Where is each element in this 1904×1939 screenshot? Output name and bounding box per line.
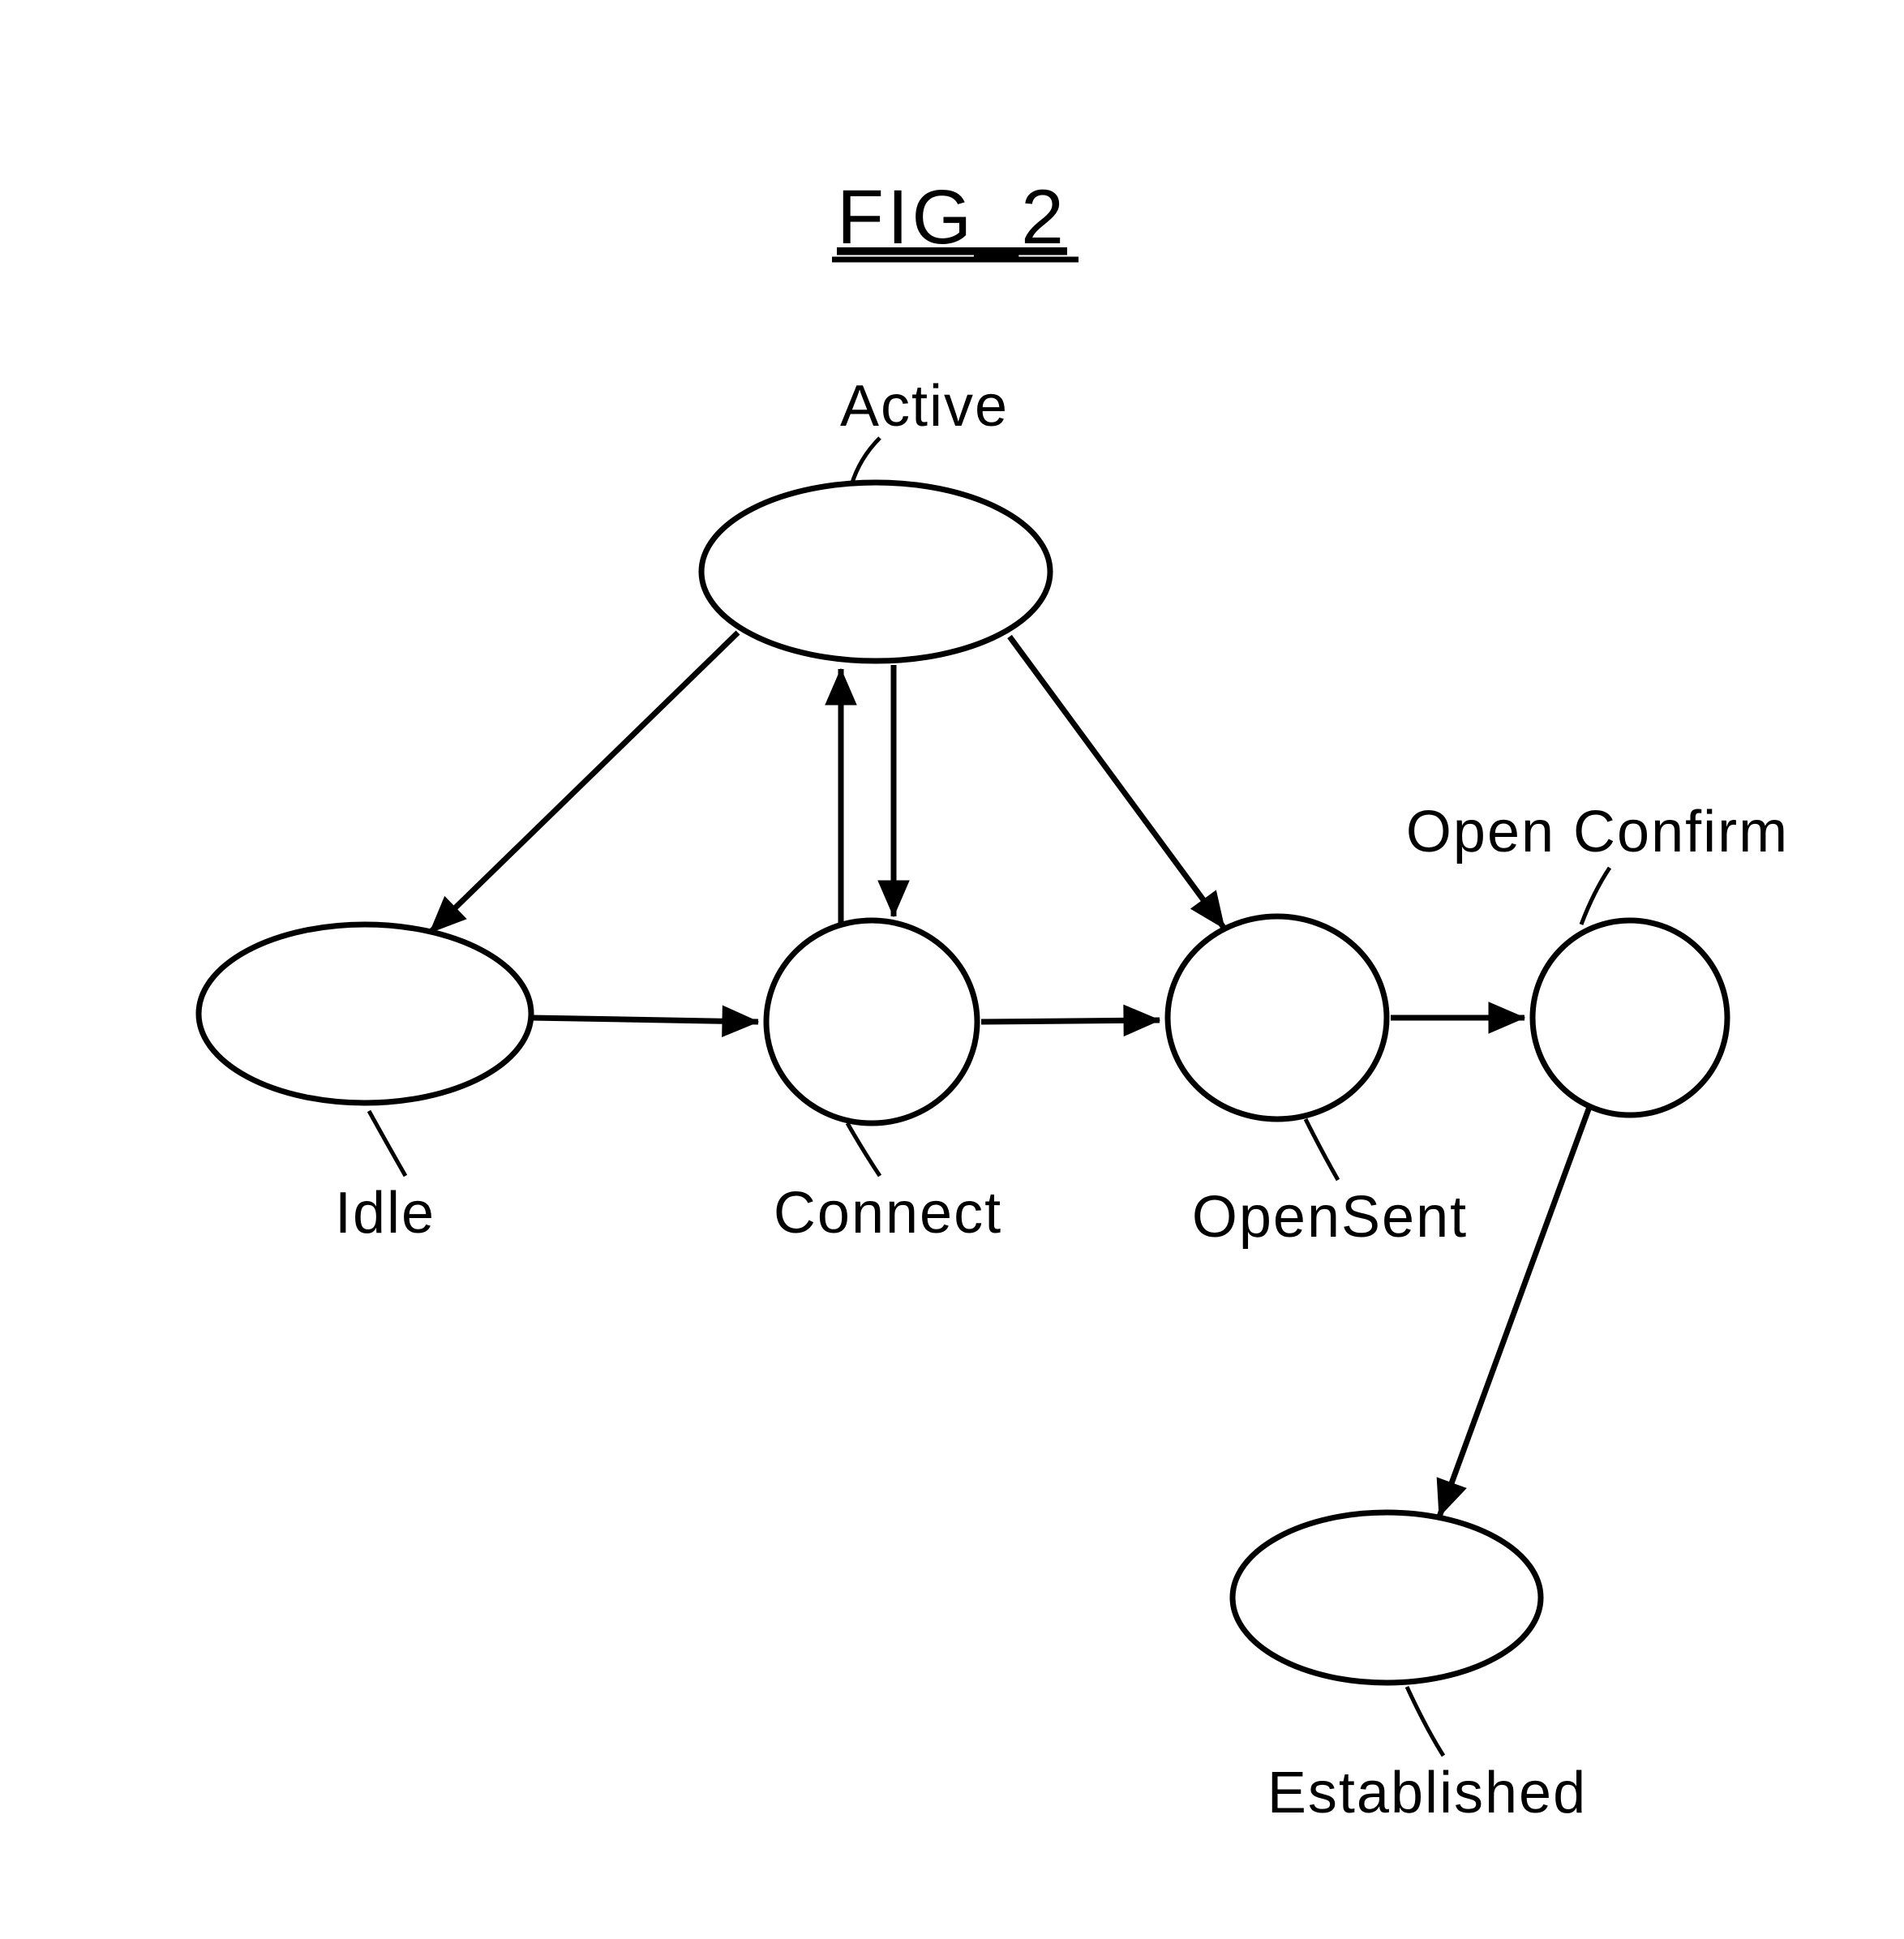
node-active	[701, 483, 1050, 661]
leader-connect	[847, 1123, 880, 1176]
leader-active	[851, 438, 880, 485]
figure-title: FIG_2	[837, 174, 1067, 260]
edge-active-idle	[430, 633, 738, 933]
leader-established	[1407, 1687, 1443, 1756]
leader-opensent	[1306, 1119, 1338, 1180]
node-openconfirm	[1533, 920, 1727, 1115]
label-opensent: OpenSent	[1192, 1185, 1468, 1250]
label-connect: Connect	[774, 1181, 1002, 1246]
node-connect	[766, 920, 977, 1123]
state-diagram: FIG_2 Active Idle Connect	[0, 0, 1904, 1939]
edge-active-opensent	[1010, 637, 1224, 929]
label-established: Established	[1267, 1761, 1587, 1825]
node-opensent	[1168, 916, 1387, 1119]
label-active: Active	[840, 374, 1009, 439]
node-established	[1233, 1512, 1541, 1683]
node-idle	[199, 924, 531, 1103]
edge-openconfirm-established	[1439, 1107, 1589, 1516]
label-openconfirm: Open Confirm	[1406, 800, 1789, 864]
label-idle: Idle	[335, 1181, 435, 1246]
leader-openconfirm	[1581, 868, 1610, 924]
leader-idle	[369, 1111, 405, 1176]
